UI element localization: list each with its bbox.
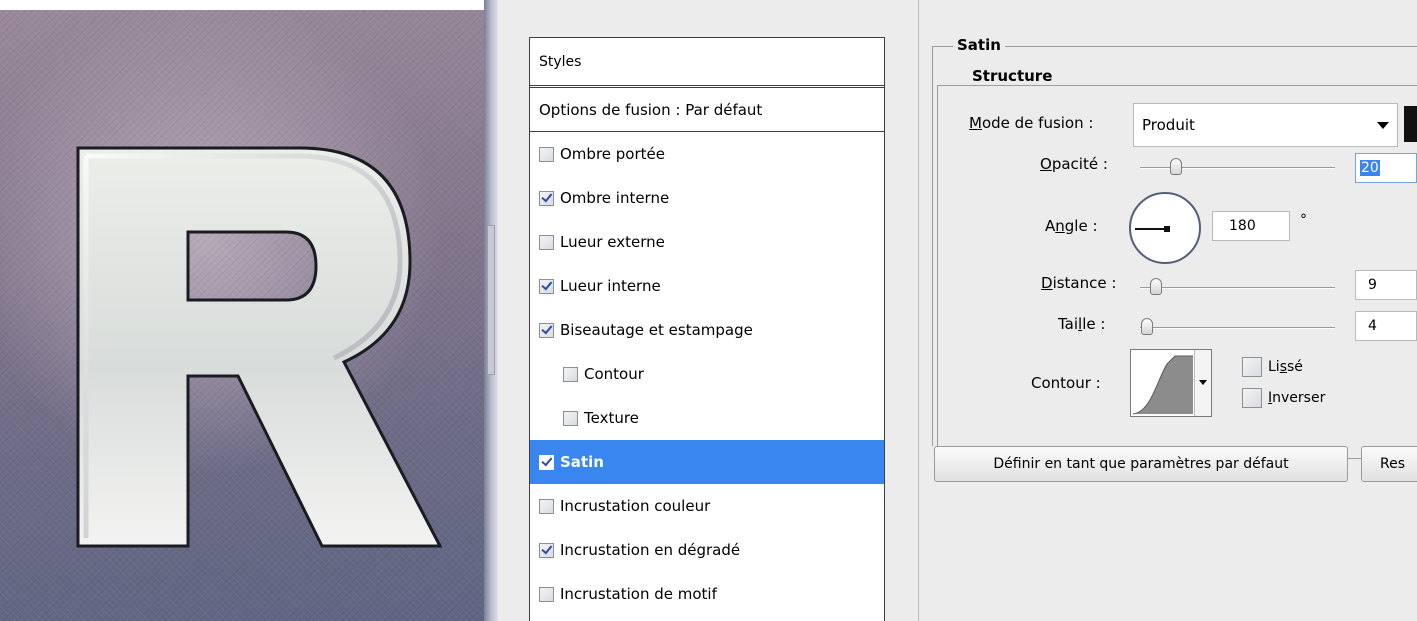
distance-slider-thumb[interactable] (1150, 278, 1162, 295)
distance-slider[interactable] (1140, 287, 1335, 289)
size-input[interactable]: 4 (1355, 311, 1417, 341)
style-checkbox[interactable] (539, 586, 554, 602)
blend-mode-select[interactable]: Produit (1133, 103, 1398, 147)
angle-needle (1135, 228, 1167, 230)
antialiased-checkbox[interactable]: Li s sé (1242, 357, 1303, 377)
contour-picker[interactable] (1130, 349, 1212, 417)
size-slider-thumb[interactable] (1141, 318, 1153, 335)
blend-mode-label: Mode de fusion : (969, 114, 1093, 132)
style-item-label: Ombre portée (560, 145, 665, 163)
style-item-label: Biseautage et estampage (560, 321, 753, 339)
angle-value: 180 (1229, 218, 1256, 234)
angle-input[interactable]: 180 (1212, 211, 1290, 241)
style-item-label: Lueur externe (560, 233, 665, 251)
style-item[interactable]: Biseautage et estampage (530, 308, 884, 352)
style-item-label: Texture (584, 409, 639, 427)
style-item-label: Incrustation en dégradé (560, 541, 741, 559)
letter-r-artwork (76, 146, 443, 548)
style-item[interactable]: Texture (530, 396, 884, 440)
opacity-label-text: pacité : (1051, 155, 1108, 173)
style-checkbox[interactable] (539, 190, 554, 206)
style-item-label: Contour (584, 365, 644, 383)
distance-value: 9 (1368, 277, 1377, 293)
style-checkbox[interactable] (539, 146, 554, 162)
contour-curve-icon (1132, 355, 1193, 415)
size-label: Taille : (1058, 315, 1105, 333)
angle-center-dot (1164, 226, 1170, 232)
make-default-button[interactable]: Définir en tant que paramètres par défau… (934, 446, 1348, 482)
style-item[interactable]: Incrustation de motif (530, 572, 884, 616)
style-item-label: Satin (560, 453, 604, 471)
opacity-slider-thumb[interactable] (1170, 158, 1182, 175)
satin-color-swatch[interactable] (1404, 106, 1417, 142)
styles-header[interactable]: Styles (530, 38, 884, 88)
invert-checkbox[interactable]: Inverser (1242, 388, 1325, 408)
distance-label: Distance : (1041, 274, 1116, 292)
style-item-label: Lueur interne (560, 277, 661, 295)
angle-label-pre: A (1045, 217, 1056, 235)
invert-box[interactable] (1242, 388, 1262, 408)
size-label-text: le : (1082, 315, 1106, 333)
style-checkbox[interactable] (539, 454, 554, 470)
style-checkbox[interactable] (563, 410, 578, 426)
style-checkbox[interactable] (539, 542, 554, 558)
style-checkbox[interactable] (563, 366, 578, 382)
distance-label-text: istance : (1052, 274, 1117, 292)
style-item[interactable]: Ombre portée (530, 132, 884, 176)
antialiased-label-text: sé (1287, 359, 1303, 375)
style-item[interactable]: Incrustation couleur (530, 484, 884, 528)
style-checkbox[interactable] (539, 234, 554, 250)
style-item-label: Incrustation couleur (560, 497, 711, 515)
reset-default-button[interactable]: Res (1361, 446, 1417, 482)
distance-input[interactable]: 9 (1355, 270, 1417, 300)
blend-mode-value: Produit (1142, 116, 1195, 134)
distance-label-mnemonic: D (1041, 274, 1053, 292)
canvas-artwork (0, 0, 484, 621)
blend-mode-label-mnemonic: M (969, 114, 982, 132)
size-label-pre: Tai (1058, 315, 1079, 333)
chevron-down-icon (1377, 122, 1389, 129)
antialiased-label-mnemonic: s (1279, 359, 1287, 375)
style-item[interactable]: Lueur externe (530, 220, 884, 264)
scrollbar-thumb[interactable] (487, 225, 495, 375)
styles-list: Styles Options de fusion : Par défaut Om… (529, 37, 885, 621)
antialiased-box[interactable] (1242, 357, 1262, 377)
opacity-label-mnemonic: O (1040, 155, 1052, 173)
satin-title: Satin (953, 36, 1005, 54)
style-item[interactable]: Lueur interne (530, 264, 884, 308)
angle-label: Angle : (1045, 217, 1098, 235)
size-value: 4 (1368, 318, 1377, 334)
blend-mode-label-text: ode de fusion : (981, 114, 1094, 132)
style-item[interactable]: Contour (530, 352, 884, 396)
style-item[interactable]: Incrustation en dégradé (530, 528, 884, 572)
angle-label-mnemonic: n (1055, 217, 1065, 235)
style-item[interactable]: Ombre interne (530, 176, 884, 220)
contour-dropdown-button[interactable] (1194, 350, 1211, 416)
angle-dial[interactable] (1129, 192, 1201, 264)
invert-label-text: nverser (1272, 390, 1326, 406)
style-checkbox[interactable] (539, 322, 554, 338)
angle-label-text: gle : (1064, 217, 1098, 235)
contour-label: Contour : (1031, 374, 1101, 392)
canvas-scrollbar[interactable] (484, 0, 498, 621)
style-item-label: Ombre interne (560, 189, 670, 207)
opacity-label: Opacité : (1040, 155, 1108, 173)
style-checkbox[interactable] (539, 278, 554, 294)
structure-title: Structure (968, 67, 1057, 85)
style-item-label: Incrustation de motif (560, 585, 717, 603)
panel-divider (918, 0, 919, 621)
style-item[interactable]: Satin (530, 440, 884, 484)
antialiased-label-pre: Li (1268, 359, 1280, 375)
opacity-value: 20 (1360, 160, 1380, 176)
opacity-input[interactable]: 20 (1355, 153, 1417, 183)
style-checkbox[interactable] (539, 498, 554, 514)
size-slider[interactable] (1140, 327, 1335, 329)
blending-options-item[interactable]: Options de fusion : Par défaut (530, 88, 884, 132)
degree-unit: ° (1300, 212, 1307, 228)
